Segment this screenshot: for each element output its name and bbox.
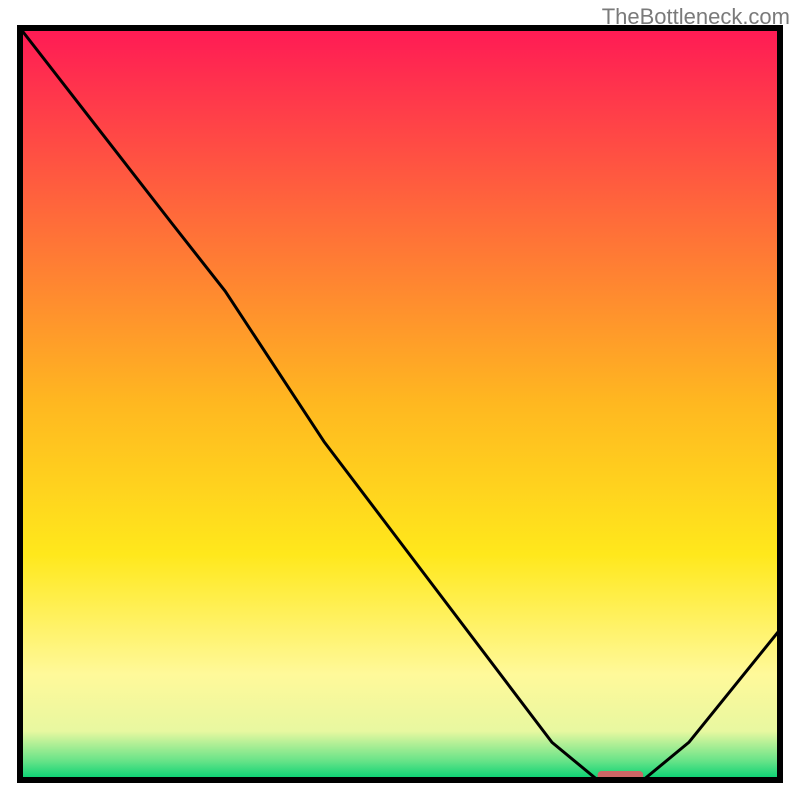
bottleneck-chart (0, 0, 800, 800)
plot-background (20, 28, 780, 780)
chart-container: TheBottleneck.com (0, 0, 800, 800)
watermark-text: TheBottleneck.com (602, 4, 790, 30)
